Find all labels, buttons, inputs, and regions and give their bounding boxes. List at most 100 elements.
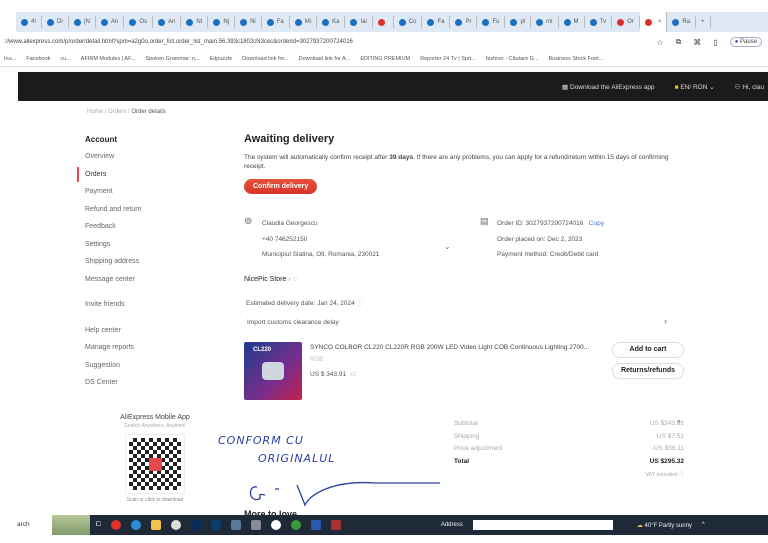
browser-tab[interactable]: pl xyxy=(505,16,532,28)
store-link[interactable]: NicePic Store › ◌ xyxy=(244,276,297,283)
tab-title: Fa xyxy=(437,19,445,25)
browser-tab[interactable]: Fa xyxy=(262,16,290,28)
browser-tab[interactable]: Ra xyxy=(667,16,697,28)
weather-widget[interactable]: ☁ 40°F Partly sunny xyxy=(637,522,692,529)
sidebar-item-manage-reports[interactable]: Manage reports xyxy=(85,344,141,362)
returns-refunds-button[interactable]: Returns/refunds xyxy=(612,363,684,379)
browser-tab[interactable]: M xyxy=(559,16,585,28)
taskbar-search[interactable]: arch xyxy=(17,521,30,528)
tray-chevron-icon[interactable]: ^ xyxy=(702,522,705,528)
browser-tab[interactable]: Tv xyxy=(585,16,613,28)
qr-code[interactable] xyxy=(125,434,185,494)
sidebar-item-feedback[interactable]: Feedback xyxy=(85,223,141,241)
browser-tab[interactable]: Di xyxy=(42,16,69,28)
app2-icon[interactable] xyxy=(270,520,281,530)
address-bar[interactable]: ://www.aliexpress.com/p/order/detail.htm… xyxy=(0,33,768,51)
bookmark-item[interactable]: AFIRM Modules | AF... xyxy=(81,56,136,62)
chat-icon[interactable]: ◌ xyxy=(293,276,297,283)
browser-tab[interactable]: Or xyxy=(612,16,640,28)
bookmark-item[interactable]: Facebook xyxy=(26,56,50,62)
sidebar-item-ds-center[interactable]: DS Center xyxy=(85,379,141,397)
new-tab-button[interactable]: + xyxy=(696,16,711,28)
browser-tab[interactable]: Os xyxy=(124,16,154,28)
total-label: Total xyxy=(454,457,470,465)
sidebar-item-payment[interactable]: Payment xyxy=(85,188,141,206)
sidebar-item-orders[interactable]: Orders xyxy=(76,166,141,189)
account-menu[interactable]: ⚇ Hi, clau xyxy=(735,83,764,91)
bookmark-item[interactable]: Spoken Grammar: n... xyxy=(145,56,199,62)
browser-tab[interactable]: mi xyxy=(531,16,559,28)
app3-icon[interactable] xyxy=(330,520,341,530)
bookmark-item[interactable]: EDITING PREMIUM xyxy=(360,56,410,62)
browser-tab[interactable]: An xyxy=(153,16,182,28)
browser-tab[interactable] xyxy=(373,16,394,28)
bookmark-item[interactable]: cu... xyxy=(60,56,70,62)
bookmark-item[interactable]: Inu... xyxy=(4,56,16,62)
browser-tab[interactable]: Fa xyxy=(422,16,451,28)
bookmark-item[interactable]: Business Stock Foot... xyxy=(548,56,603,62)
browser-tab[interactable]: NI xyxy=(181,16,209,28)
sidebar-item-invite-friends[interactable]: Invite friends xyxy=(85,301,141,319)
word-icon[interactable] xyxy=(310,520,321,530)
profile-button[interactable]: ● Pause xyxy=(729,37,762,47)
product-image[interactable]: CL220 xyxy=(244,342,302,400)
edge-icon[interactable] xyxy=(130,520,141,530)
weather-icon: ☁ xyxy=(636,522,643,529)
browser-tab[interactable]: Ka xyxy=(317,16,346,28)
sidebar-item-refund-and-return[interactable]: Refund and return xyxy=(85,206,141,224)
browser-tab[interactable]: An xyxy=(96,16,125,28)
chevron-down-icon[interactable]: ⌄ xyxy=(444,242,451,251)
browser-tab[interactable]: Nj xyxy=(208,16,236,28)
download-app-link[interactable]: ▦ Download the AliExpress app xyxy=(562,83,655,91)
taskbar-address-input[interactable] xyxy=(472,520,613,530)
chevron-up-icon[interactable]: ^ xyxy=(677,419,681,428)
info-icon[interactable]: ⓘ xyxy=(357,300,364,307)
browser-tab[interactable]: × xyxy=(639,12,668,32)
sidebar-item-shipping-address[interactable]: Shipping address xyxy=(85,258,141,276)
chrome-icon[interactable] xyxy=(230,520,241,530)
puzzle-icon[interactable]: ⌘ xyxy=(693,38,701,47)
confirm-delivery-button[interactable]: Confirm delivery xyxy=(244,179,318,194)
photoshop-icon[interactable] xyxy=(190,520,201,530)
extension-icon[interactable]: ⧉ xyxy=(676,37,682,47)
browser-tab[interactable]: Pr xyxy=(450,16,478,28)
bookmark-item[interactable]: Download link for A... xyxy=(299,56,351,62)
bookmark-item[interactable]: fashion - Căutare G... xyxy=(486,56,539,62)
sidebar-item-message-center[interactable]: Message center xyxy=(85,276,141,294)
notepad-icon[interactable] xyxy=(250,520,261,530)
browser-tab[interactable]: (N xyxy=(69,16,97,28)
sidebar-item-suggestion[interactable]: Suggestion xyxy=(85,362,141,380)
task-view-icon[interactable]: ⧠ xyxy=(96,522,101,529)
star-icon[interactable]: ☆ xyxy=(656,38,663,47)
product-title[interactable]: SYNCO COLBOR CL220 CL220R RGB 200W LED V… xyxy=(310,344,600,351)
file-explorer-icon[interactable] xyxy=(150,520,161,530)
sidebar-item-help-center[interactable]: Help center xyxy=(85,327,141,345)
app-icon[interactable] xyxy=(170,520,181,530)
browser-tab[interactable]: Iai xyxy=(345,16,373,28)
add-to-cart-button[interactable]: Add to cart xyxy=(612,342,684,358)
url-text[interactable]: ://www.aliexpress.com/p/order/detail.htm… xyxy=(4,39,353,45)
sidebar-icon[interactable]: ▯ xyxy=(713,38,717,47)
customs-delay-notice[interactable]: Import customs clearance delay xyxy=(247,319,339,326)
browser-tab[interactable]: 4! xyxy=(16,16,43,28)
bookmark-item[interactable]: Edpuzzle xyxy=(210,56,233,62)
copy-order-id-link[interactable]: Copy xyxy=(589,220,604,227)
bookmark-item[interactable]: Reporter 24 Tv | Sprt... xyxy=(420,56,476,62)
opera-icon[interactable] xyxy=(110,520,121,530)
bookmark-item[interactable]: Download link for... xyxy=(242,56,288,62)
chevron-right-icon[interactable]: › xyxy=(664,316,667,326)
sidebar-item-overview[interactable]: Overview xyxy=(85,153,141,171)
browser-tab[interactable]: Fu xyxy=(477,16,506,28)
utorrent-icon[interactable] xyxy=(290,520,301,530)
sidebar-item-settings[interactable]: Settings xyxy=(85,241,141,259)
shipping-address: Claudia Georgescu +40 746252150 Municipi… xyxy=(262,216,379,263)
breadcrumb-orders[interactable]: Orders xyxy=(108,109,126,115)
browser-tab[interactable]: Co xyxy=(394,16,423,28)
close-tab-icon[interactable]: × xyxy=(658,19,662,25)
lightroom-icon[interactable] xyxy=(210,520,221,530)
browser-tab[interactable]: Mi xyxy=(290,16,318,28)
scan-label[interactable]: Scan or click to download xyxy=(95,497,215,503)
locale-selector[interactable]: ■ EN/ RON ⌄ xyxy=(675,83,715,91)
breadcrumb-home[interactable]: Home xyxy=(87,109,103,115)
browser-tab[interactable]: Ni xyxy=(235,16,262,28)
